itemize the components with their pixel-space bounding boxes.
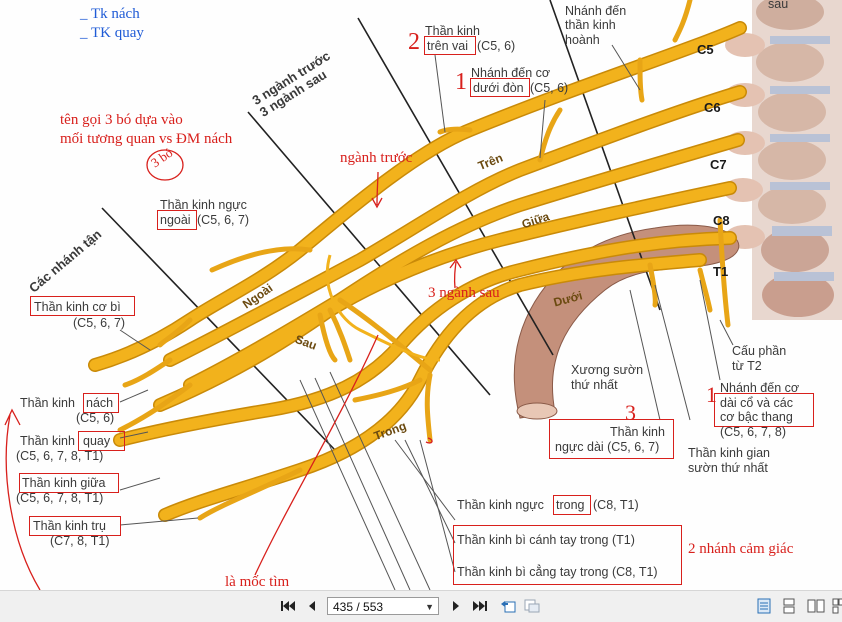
highlight-ulnar [29,516,121,536]
back-view-icon [501,601,516,613]
note-landmark: là mốc tìm [225,574,290,590]
note-cords-naming-1: tên gọi 3 bó dựa vào [60,112,183,128]
label-phrenic-3: hoành [565,33,600,47]
label-first-rib-2: thứ nhất [571,378,618,392]
label-medial-pectoral-3: (C8, T1) [593,498,639,512]
facing-pages-icon [807,599,825,613]
label-median-2: (C5, 6, 7, 8, T1) [16,491,104,505]
highlight-musculocutaneous [30,296,135,316]
label-radial-3: (C5, 6, 7, 8, T1) [16,449,104,463]
label-phrenic-2: thần kinh [565,18,616,32]
label-radial-1: Thần kinh [20,434,75,448]
previous-page-button[interactable] [302,597,322,615]
continuous-view-button[interactable] [779,597,799,615]
label-intercostobrachial-1: Thần kinh gian [688,446,771,460]
note-mark-1: 1 [455,69,467,95]
label-ulnar-2: (C7, 8, T1) [50,534,110,548]
note-anterior-branch: ngành trước [340,150,413,166]
continuous-page-icon [783,598,795,614]
highlight-subclavius [470,78,530,97]
label-musculocutaneous-2: (C5, 6, 7) [73,316,126,330]
next-page-icon [453,601,459,611]
single-page-view-button[interactable] [754,597,774,615]
highlight-lateral-pectoral [157,210,197,230]
label-subclavius-3: (C5, 6) [530,81,569,95]
label-t2-2: từ T2 [732,359,762,373]
forward-view-icon [524,599,540,613]
single-page-icon [757,598,771,614]
label-long-thoracic-1: Thần kinh [610,425,665,439]
previous-page-icon [309,601,315,611]
label-suprascapular-3: (C5, 6) [477,39,516,53]
label-longus-4: (C5, 6, 7, 8) [720,425,786,439]
first-page-icon [281,601,295,611]
label-phrenic-1: Nhánh đến [565,4,627,18]
root-t1: T1 [713,264,729,279]
label-medial-pectoral-1: Thần kinh ngực [457,498,544,512]
highlight-suprascapular [424,36,476,55]
highlight-median [19,473,119,493]
highlight-medial-pectoral [553,495,591,515]
label-top-right: sau [768,0,789,11]
facing-pages-view-button[interactable] [806,597,826,615]
note-two-sensory: 2 nhánh cảm giác [688,541,794,557]
first-page-button[interactable] [278,597,298,615]
note-radial: _ TK quay [80,25,144,41]
label-longus-3: cơ bậc thang [720,410,793,424]
page-number-select[interactable]: 435 / 553 ▼ [327,597,439,615]
root-c8: C8 [713,213,730,228]
label-axillary-3: (C5, 6) [76,411,115,425]
highlight-radial [78,431,125,451]
go-forward-view-button[interactable] [522,597,542,615]
label-axillary-1: Thần kinh [20,396,75,410]
next-page-button[interactable] [446,597,466,615]
go-back-view-button[interactable] [498,597,518,615]
continuous-facing-view-button[interactable] [828,597,842,615]
label-longus-2: dài cổ và các [720,396,793,410]
label-long-thoracic-2: ngực dài (C5, 6, 7) [555,440,660,454]
label-intercostobrachial-2: sườn thứ nhất [688,461,768,475]
page-number-value: 435 / 553 [333,600,384,614]
vertebral-column [723,0,842,320]
root-c7: C7 [710,157,727,172]
note-cords-naming-2: mối tương quan vs ĐM nách [60,131,233,147]
last-page-button[interactable] [470,597,490,615]
root-c5: C5 [697,42,714,57]
last-page-icon [473,601,487,611]
label-t2-1: Cấu phần [732,344,787,358]
label-medial-brachial-cutaneous: Thần kinh bì cánh tay trong (T1) [457,533,635,547]
label-medial-antebrachial-cutaneous: Thần kinh bì cẳng tay trong (C8, T1) [457,565,658,579]
note-axillary: _ Tk nách [80,6,140,22]
document-page: _ Tk nách _ TK quay tên gọi 3 bó dựa vào… [0,0,842,590]
continuous-facing-icon [832,598,842,614]
note-mark-2: 2 [408,29,420,55]
brachial-plexus-illustration [4,0,842,590]
root-c6: C6 [704,100,721,115]
chevron-down-icon: ▼ [425,602,434,612]
note-posterior-divisions: 3 ngành sau [428,285,500,301]
label-first-rib-1: Xương sườn [571,363,644,377]
label-lateral-pectoral-3: (C5, 6, 7) [197,213,250,227]
highlight-axillary [83,393,119,413]
